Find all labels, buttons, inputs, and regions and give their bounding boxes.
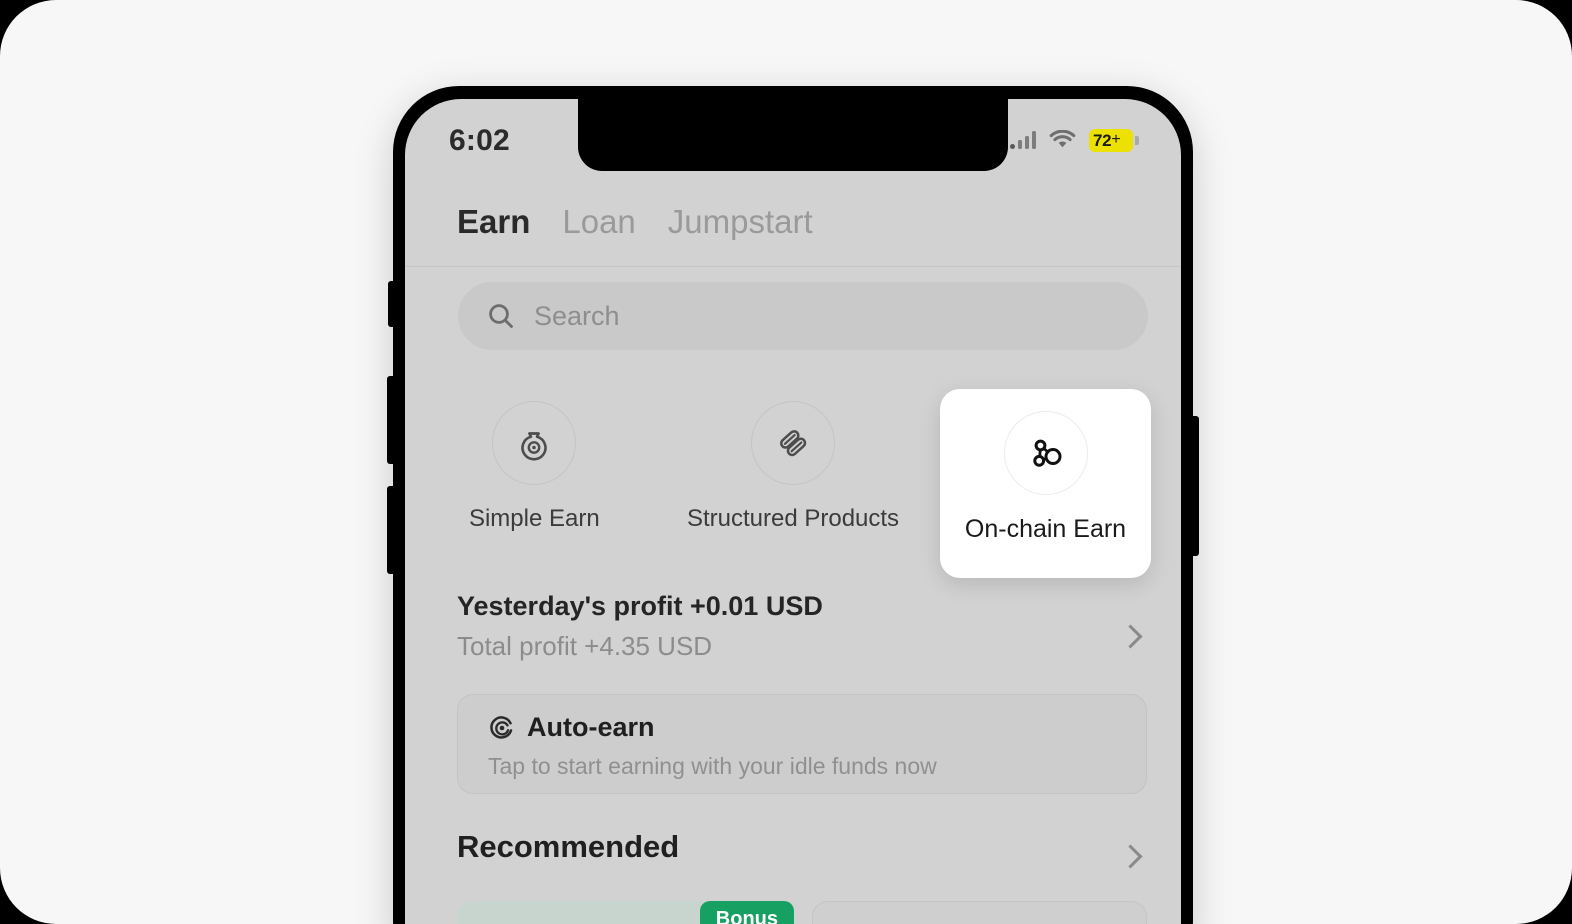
silent-switch-button[interactable] bbox=[388, 281, 395, 327]
recommended-title: Recommended bbox=[457, 829, 680, 864]
phone-screen: 6:02 72 + Earn Loan Jumpstart Search Sim… bbox=[405, 99, 1181, 924]
auto-earn-title: Auto-earn bbox=[527, 712, 655, 742]
bonus-badge: Bonus bbox=[699, 901, 794, 924]
battery-charging-icon: + bbox=[1111, 131, 1121, 148]
category-label: On-chain Earn bbox=[964, 515, 1127, 543]
search-input[interactable]: Search bbox=[458, 282, 1148, 350]
auto-earn-card[interactable]: Auto-earn Tap to start earning with your… bbox=[457, 694, 1147, 794]
category-structured-products[interactable]: Structured Products bbox=[664, 379, 923, 569]
volume-up-button[interactable] bbox=[387, 376, 395, 464]
category-on-chain-earn[interactable]: On-chain Earn bbox=[940, 389, 1151, 578]
recommended-card-list: Bonus bbox=[457, 901, 1147, 924]
category-icon-circle bbox=[1003, 411, 1088, 495]
status-time: 6:02 bbox=[449, 124, 510, 157]
page-root: 6:02 72 + Earn Loan Jumpstart Search Sim… bbox=[0, 0, 1572, 924]
battery-body: 72 + bbox=[1089, 128, 1133, 152]
recommended-card[interactable]: Bonus bbox=[457, 901, 794, 924]
power-button[interactable] bbox=[1191, 416, 1199, 556]
category-label: Structured Products bbox=[686, 505, 900, 532]
tab-bar-divider bbox=[405, 266, 1181, 267]
auto-earn-header: Auto-earn bbox=[488, 712, 1146, 743]
battery-tip bbox=[1135, 135, 1139, 145]
stacked-leaves-icon bbox=[772, 422, 814, 464]
cellular-signal-icon bbox=[1010, 131, 1036, 149]
category-icon-circle bbox=[492, 401, 577, 485]
top-tab-bar: Earn Loan Jumpstart bbox=[405, 191, 1181, 253]
auto-earn-subtitle: Tap to start earning with your idle fund… bbox=[488, 753, 937, 779]
recommended-header-row[interactable]: Recommended bbox=[457, 829, 1143, 879]
tab-jumpstart[interactable]: Jumpstart bbox=[668, 203, 813, 241]
wifi-icon bbox=[1049, 130, 1076, 150]
status-icons-group: 72 + bbox=[1010, 128, 1139, 152]
tab-earn[interactable]: Earn bbox=[457, 203, 530, 241]
search-placeholder-label: Search bbox=[534, 300, 620, 331]
auto-earn-target-icon bbox=[488, 714, 516, 742]
battery-level-label: 72 bbox=[1093, 130, 1112, 150]
battery-icon: 72 + bbox=[1089, 128, 1139, 152]
phone-device-frame: 6:02 72 + Earn Loan Jumpstart Search Sim… bbox=[387, 86, 1199, 924]
yesterday-profit-label: Yesterday's profit +0.01 USD bbox=[457, 591, 823, 621]
network-nodes-icon bbox=[1024, 431, 1068, 475]
money-bag-icon bbox=[513, 422, 555, 464]
recommended-card[interactable] bbox=[812, 901, 1147, 924]
total-profit-label: Total profit +4.35 USD bbox=[457, 631, 713, 661]
profit-summary-row[interactable]: Yesterday's profit +0.01 USD Total profi… bbox=[457, 591, 1143, 677]
category-icon-circle bbox=[751, 401, 835, 485]
volume-down-button[interactable] bbox=[387, 486, 395, 574]
category-label: Simple Earn bbox=[468, 505, 600, 532]
status-bar: 6:02 72 + bbox=[405, 99, 1181, 177]
tab-loan[interactable]: Loan bbox=[562, 203, 635, 241]
category-simple-earn[interactable]: Simple Earn bbox=[405, 379, 664, 569]
search-icon bbox=[486, 301, 516, 331]
